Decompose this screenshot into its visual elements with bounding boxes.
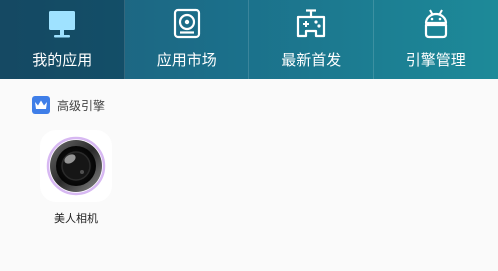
monitor-icon [45,7,79,41]
crown-icon [32,96,50,114]
tab-label: 最新首发 [281,51,342,69]
tab-new-releases[interactable]: 最新首发 [249,0,374,79]
android-icon [419,7,453,41]
tab-app-market[interactable]: 应用市场 [125,0,249,79]
gamepad-icon [294,7,328,41]
section-header: 高级引擎 [32,96,105,114]
disc-drive-icon [170,7,204,41]
tab-label: 引擎管理 [405,51,466,69]
app-tile[interactable]: 美人相机 [30,126,122,230]
camera-lens-icon [40,130,112,202]
tab-my-apps[interactable]: 我的应用 [0,0,125,79]
app-label: 美人相机 [54,212,98,225]
section-title: 高级引擎 [57,98,106,113]
tab-label: 我的应用 [32,51,93,69]
top-navigation-bar: 我的应用 应用市场 最新首发 引擎管理 [0,0,498,79]
tab-engine-management[interactable]: 引擎管理 [374,0,498,79]
tab-label: 应用市场 [156,51,217,69]
